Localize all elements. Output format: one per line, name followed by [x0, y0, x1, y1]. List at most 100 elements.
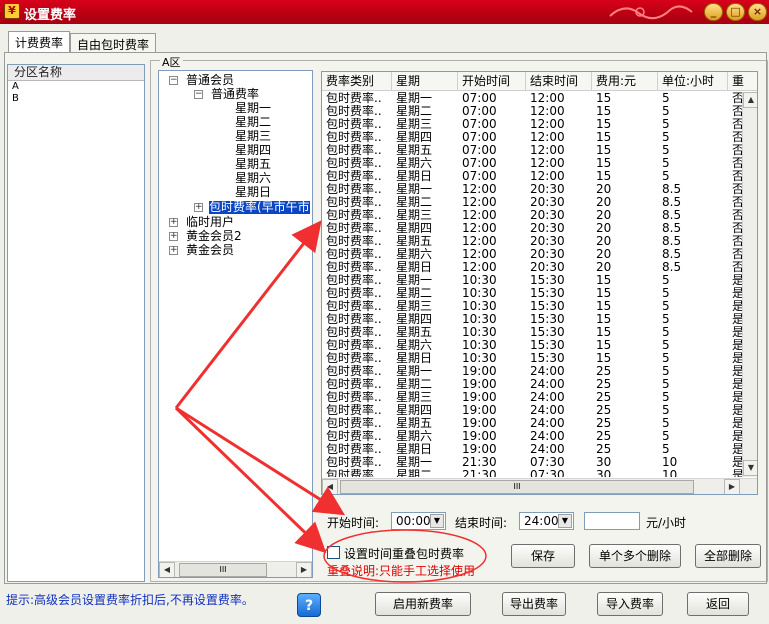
chevron-down-icon[interactable]: ▼: [430, 514, 444, 528]
table-row[interactable]: 包时费率.. 星期四 12:00 20:30 20 8.5 否: [322, 222, 742, 235]
table-row[interactable]: 包时费率.. 星期六 12:00 20:30 20 8.5 否: [322, 248, 742, 261]
tree-node[interactable]: 星期一: [235, 102, 271, 115]
table-row[interactable]: 包时费率.. 星期日 07:00 12:00 15 5 否: [322, 170, 742, 183]
table-row[interactable]: 包时费率.. 星期一 19:00 24:00 25 5 是: [322, 365, 742, 378]
tree-node[interactable]: 星期三: [235, 130, 271, 143]
tree-node[interactable]: 黄金会员: [186, 244, 234, 257]
table-row[interactable]: 包时费率.. 星期日 10:30 15:30 15 5 是: [322, 352, 742, 365]
scroll-up-icon[interactable]: ▲: [743, 92, 757, 108]
table-row[interactable]: 包时费率.. 星期二 12:00 20:30 20 8.5 否: [322, 196, 742, 209]
column-header[interactable]: 开始时间: [458, 72, 526, 91]
maximize-button[interactable]: □: [726, 3, 745, 21]
scroll-left-icon[interactable]: ◀: [322, 479, 338, 494]
table-cell: 5: [662, 118, 670, 131]
table-row[interactable]: 包时费率.. 星期六 19:00 24:00 25 5 是: [322, 430, 742, 443]
table-row[interactable]: 包时费率.. 星期二 21:30 07:30 30 10 是: [322, 469, 742, 477]
start-time-select[interactable]: 00:00 ▼: [391, 512, 446, 530]
column-header[interactable]: 星期: [392, 72, 458, 91]
close-button[interactable]: ×: [748, 3, 767, 21]
scroll-right-icon[interactable]: ▶: [296, 562, 312, 577]
column-header[interactable]: 结束时间: [526, 72, 592, 91]
scroll-left-icon[interactable]: ◀: [159, 562, 175, 577]
tree-node[interactable]: 普通会员: [186, 74, 234, 87]
table-row[interactable]: 包时费率.. 星期四 07:00 12:00 15 5 否: [322, 131, 742, 144]
expand-icon[interactable]: +: [169, 246, 178, 255]
table-row[interactable]: 包时费率.. 星期一 12:00 20:30 20 8.5 否: [322, 183, 742, 196]
column-header[interactable]: 费用:元: [592, 72, 658, 91]
delete-selected-button[interactable]: 单个多个删除: [589, 544, 681, 568]
enable-new-rate-button[interactable]: 启用新费率: [375, 592, 471, 616]
table-row[interactable]: 包时费率.. 星期五 07:00 12:00 15 5 否: [322, 144, 742, 157]
table-cell: 是: [728, 300, 742, 313]
table-row[interactable]: 包时费率.. 星期二 19:00 24:00 25 5 是: [322, 378, 742, 391]
table-row[interactable]: 包时费率.. 星期三 10:30 15:30 15 5 是: [322, 300, 742, 313]
scroll-down-icon[interactable]: ▼: [743, 460, 757, 476]
tree-node-selected[interactable]: 包时费率(早市午市: [209, 201, 310, 214]
rate-table[interactable]: 费率类别 星期 开始时间 结束时间 费用:元 单位:小时 重 包时费率.. 星期一…: [321, 71, 758, 495]
zone-list-item[interactable]: A: [8, 81, 144, 93]
collapse-icon[interactable]: −: [194, 90, 203, 99]
end-time-select[interactable]: 24:00 ▼: [519, 512, 574, 530]
table-row[interactable]: 包时费率.. 星期二 10:30 15:30 15 5 是: [322, 287, 742, 300]
table-horizontal-scrollbar[interactable]: ◀ III ▶: [322, 478, 757, 494]
table-cell: 包时费率..: [326, 365, 382, 378]
fee-input[interactable]: [584, 512, 640, 530]
save-button[interactable]: 保存: [511, 544, 575, 568]
scroll-thumb[interactable]: III: [179, 563, 267, 577]
table-row[interactable]: 包时费率.. 星期一 07:00 12:00 15 5 否: [322, 92, 742, 105]
table-cell: 15: [596, 300, 612, 313]
tree-horizontal-scrollbar[interactable]: ◀ III ▶: [159, 561, 312, 577]
table-row[interactable]: 包时费率.. 星期四 19:00 24:00 25 5 是: [322, 404, 742, 417]
overlap-checkbox-label[interactable]: 设置时间重叠包时费率: [344, 545, 464, 562]
tab-free-package-rate[interactable]: 自由包时费率: [70, 33, 157, 53]
tree-node[interactable]: 普通费率: [211, 88, 259, 101]
table-row[interactable]: 包时费率.. 星期三 12:00 20:30 20 8.5 否: [322, 209, 742, 222]
table-row[interactable]: 包时费率.. 星期六 07:00 12:00 15 5 否: [322, 157, 742, 170]
tree-node[interactable]: 星期日: [235, 186, 271, 199]
tree-node[interactable]: 星期五: [235, 158, 271, 171]
delete-all-button[interactable]: 全部删除: [695, 544, 761, 568]
tree-node[interactable]: 星期四: [235, 144, 271, 157]
table-row[interactable]: 包时费率.. 星期五 19:00 24:00 25 5 是: [322, 417, 742, 430]
back-button[interactable]: 返回: [687, 592, 749, 616]
table-row[interactable]: 包时费率.. 星期三 07:00 12:00 15 5 否: [322, 118, 742, 131]
table-cell: 星期四: [396, 404, 433, 417]
expand-icon[interactable]: +: [194, 203, 203, 212]
table-row[interactable]: 包时费率.. 星期一 21:30 07:30 30 10 是: [322, 456, 742, 469]
table-row[interactable]: 包时费率.. 星期二 07:00 12:00 15 5 否: [322, 105, 742, 118]
tab-billing-rate[interactable]: 计费费率: [8, 31, 71, 53]
expand-icon[interactable]: +: [169, 218, 178, 227]
scroll-thumb[interactable]: III: [340, 480, 694, 494]
scroll-right-icon[interactable]: ▶: [724, 479, 740, 494]
zone-list[interactable]: 分区名称 A B: [7, 64, 145, 582]
column-header[interactable]: 费率类别: [322, 72, 392, 91]
table-cell: 12:00: [462, 183, 497, 196]
export-rate-button[interactable]: 导出费率: [502, 592, 566, 616]
table-row[interactable]: 包时费率.. 星期一 10:30 15:30 15 5 是: [322, 274, 742, 287]
column-header[interactable]: 重: [728, 72, 757, 91]
collapse-icon[interactable]: −: [169, 76, 178, 85]
table-row[interactable]: 包时费率.. 星期三 19:00 24:00 25 5 是: [322, 391, 742, 404]
table-row[interactable]: 包时费率.. 星期四 10:30 15:30 15 5 是: [322, 313, 742, 326]
column-header[interactable]: 单位:小时: [658, 72, 728, 91]
tree-node[interactable]: 星期六: [235, 172, 271, 185]
minimize-button[interactable]: _: [704, 3, 723, 21]
tree-node[interactable]: 星期二: [235, 116, 271, 129]
overlap-checkbox[interactable]: [327, 546, 340, 559]
help-icon[interactable]: ?: [297, 593, 321, 617]
member-tree[interactable]: − 普通会员 − 普通费率 星期一 星期二 星期三 星期四 星期五 星期六 星期…: [158, 70, 313, 578]
chevron-down-icon[interactable]: ▼: [558, 514, 572, 528]
table-row[interactable]: 包时费率.. 星期五 12:00 20:30 20 8.5 否: [322, 235, 742, 248]
zone-list-item[interactable]: B: [8, 93, 144, 105]
window-title: 设置费率: [24, 8, 77, 23]
tree-node[interactable]: 临时用户: [186, 216, 234, 229]
expand-icon[interactable]: +: [169, 232, 178, 241]
import-rate-button[interactable]: 导入费率: [597, 592, 663, 616]
table-row[interactable]: 包时费率.. 星期日 12:00 20:30 20 8.5 否: [322, 261, 742, 274]
tree-node[interactable]: 黄金会员2: [186, 230, 242, 243]
title-bar[interactable]: ¥ 设置费率 _ □ ×: [0, 0, 769, 24]
table-row[interactable]: 包时费率.. 星期六 10:30 15:30 15 5 是: [322, 339, 742, 352]
table-row[interactable]: 包时费率.. 星期日 19:00 24:00 25 5 是: [322, 443, 742, 456]
table-vertical-scrollbar[interactable]: ▲ ▼: [742, 92, 757, 477]
table-row[interactable]: 包时费率.. 星期五 10:30 15:30 15 5 是: [322, 326, 742, 339]
